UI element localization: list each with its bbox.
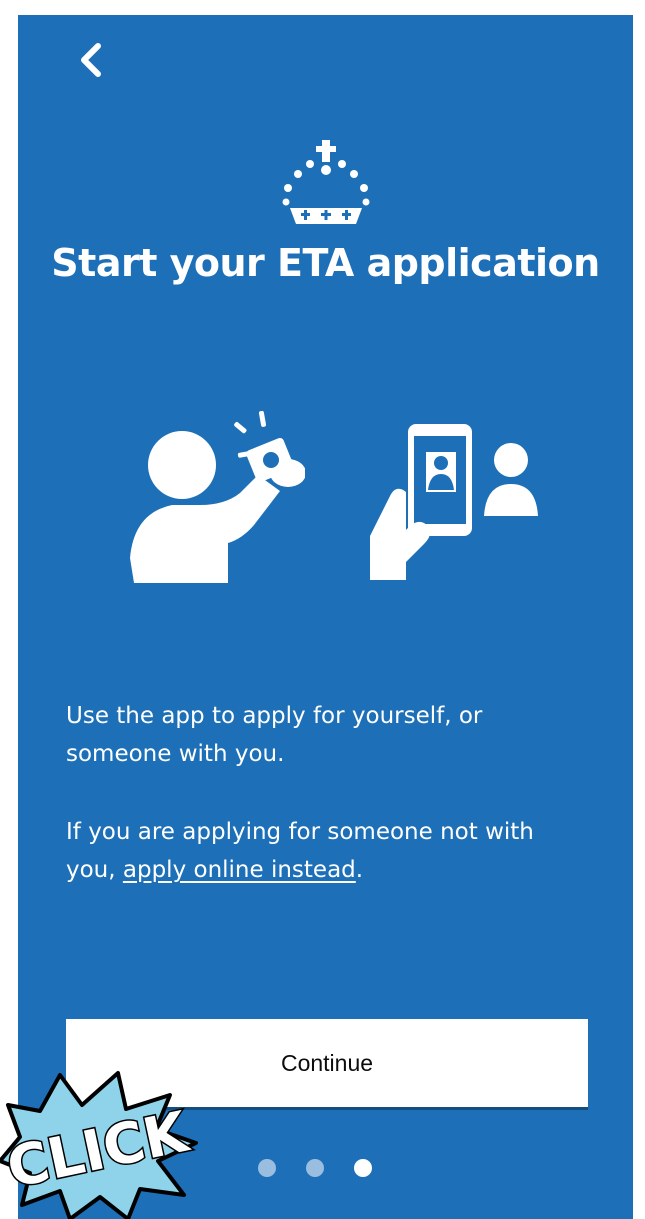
apply-online-link[interactable]: apply online instead [123, 857, 356, 883]
page: Start your ETA application Use the app t… [0, 0, 645, 1219]
intro-paragraph: Use the app to apply for yourself, or so… [66, 703, 483, 767]
pagination-dot-3-active[interactable] [354, 1159, 372, 1177]
app-screen: Start your ETA application Use the app t… [18, 15, 633, 1219]
apply-online-suffix: . [355, 857, 364, 883]
page-title: Start your ETA application [51, 241, 600, 285]
selfie-camera-icon [130, 410, 305, 583]
pagination-dot-2[interactable] [306, 1159, 324, 1177]
chevron-left-icon [81, 43, 101, 77]
pagination-dots [258, 1158, 398, 1178]
crown-icon [282, 140, 370, 224]
click-sticker: CLICK [0, 1071, 198, 1219]
apply-online-paragraph: If you are applying for someone not with… [66, 813, 586, 889]
phone-photo-person-icon [370, 424, 538, 580]
back-button[interactable] [68, 37, 114, 83]
pagination-dot-1[interactable] [258, 1159, 276, 1177]
